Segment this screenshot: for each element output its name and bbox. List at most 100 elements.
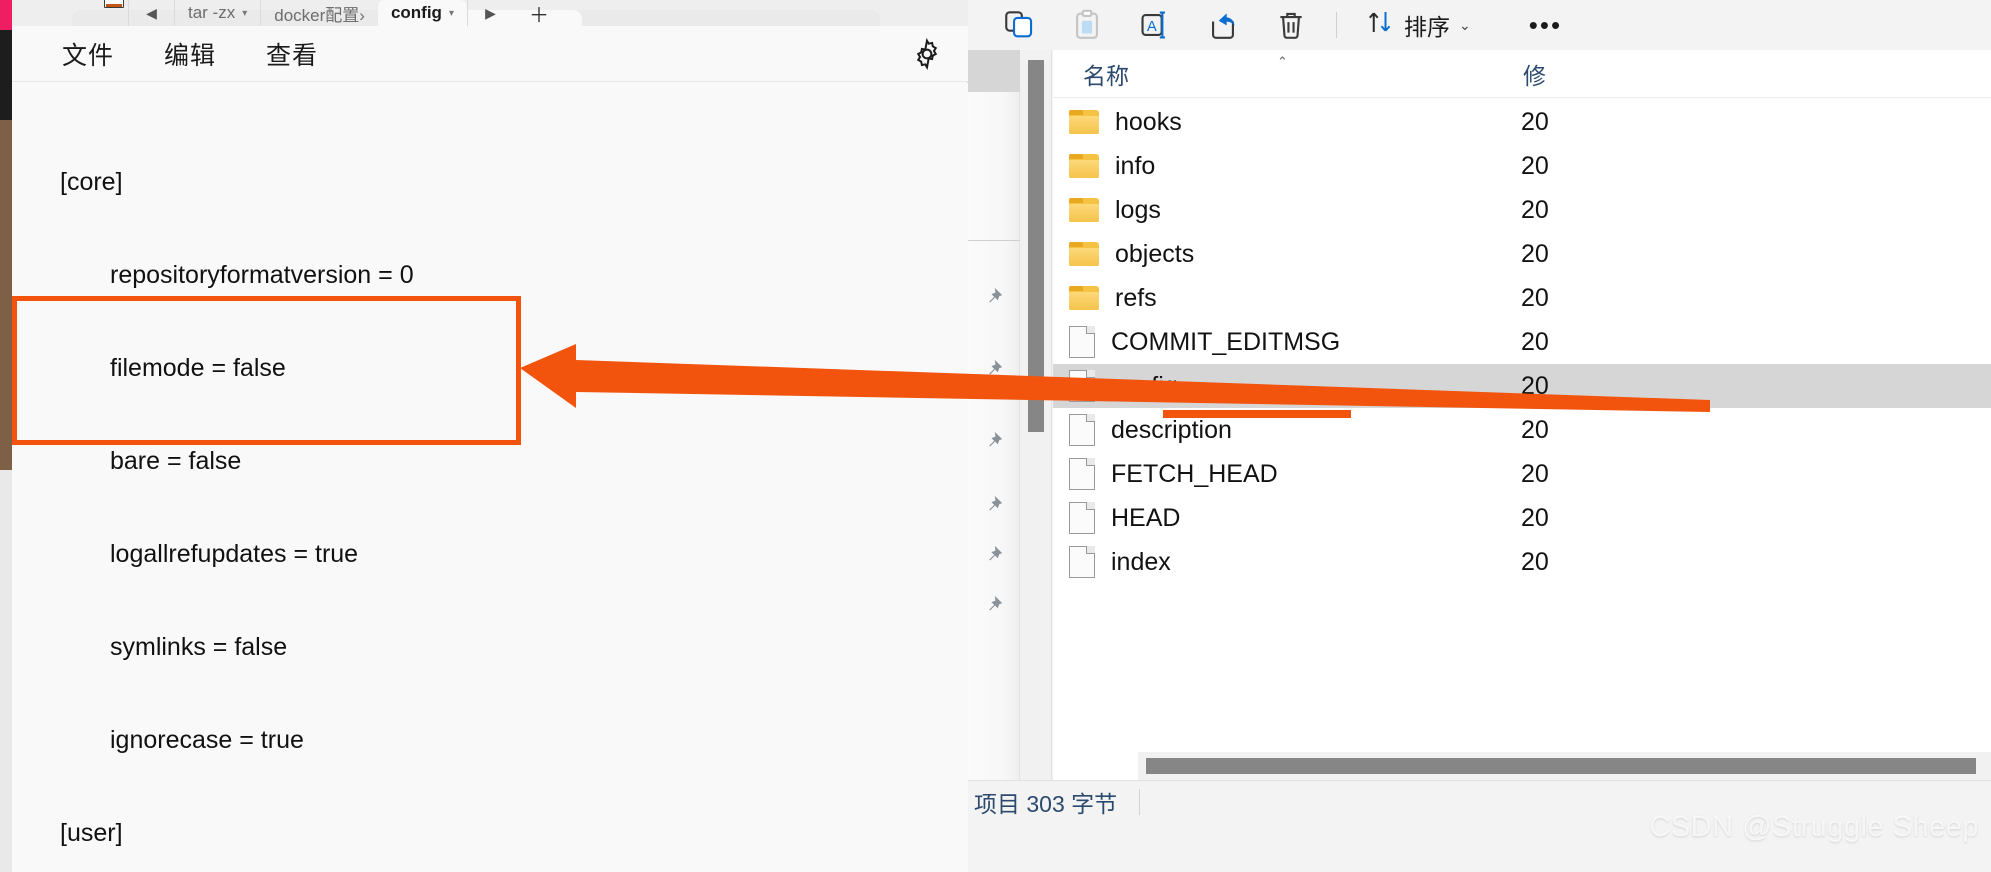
- file-name: index: [1111, 547, 1171, 576]
- code-text: symlinks = false: [110, 633, 288, 661]
- menu-file[interactable]: 文件: [48, 32, 128, 76]
- tab-label: config: [390, 3, 442, 22]
- file-modified-date: 20: [1521, 151, 1549, 180]
- sort-ascending-caret-icon: ⌃: [1277, 54, 1288, 69]
- column-header-name[interactable]: 名称: [1083, 57, 1129, 91]
- file-modified-date: 20: [1521, 547, 1549, 576]
- background-window-sliver: [0, 0, 12, 872]
- file-row-logs[interactable]: logs 20: [1053, 188, 1991, 232]
- file-row-index[interactable]: index 20: [1053, 540, 1991, 584]
- file-modified-date: 20: [1521, 503, 1549, 532]
- code-line: ignorecase = true: [60, 725, 968, 756]
- file-modified-date: 20: [1521, 239, 1549, 268]
- pin-icon: [982, 430, 1004, 452]
- file-row-hooks[interactable]: hooks 20: [1053, 100, 1991, 144]
- file-row-config[interactable]: config 20: [1053, 364, 1991, 408]
- file-icon: [1069, 546, 1095, 578]
- svg-text:A: A: [1147, 19, 1157, 35]
- file-modified-date: 20: [1521, 107, 1549, 136]
- file-modified-date: 20: [1521, 371, 1549, 400]
- tab-scroll-right-button[interactable]: ▶: [466, 0, 513, 26]
- scrollbar-thumb[interactable]: [1028, 60, 1044, 432]
- code-text: filemode = false: [110, 354, 286, 382]
- file-row-HEAD[interactable]: HEAD 20: [1053, 496, 1991, 540]
- file-icon: [1069, 414, 1095, 446]
- notepad-window: ◀ tar -zx ▾ docker配置› config ▾ ▶ ＋ 文件 编辑…: [12, 0, 968, 872]
- pin-icon: [982, 286, 1004, 308]
- file-icon: [1069, 458, 1095, 490]
- folder-icon: [1069, 286, 1099, 310]
- menu-edit[interactable]: 编辑: [150, 32, 230, 76]
- annotation-underline: [1163, 410, 1351, 418]
- column-header-modified[interactable]: 修: [1523, 57, 1546, 91]
- file-modified-date: 20: [1521, 327, 1549, 356]
- folder-icon: [1069, 154, 1099, 178]
- tab-tar-zx[interactable]: tar -zx ▾: [174, 0, 260, 26]
- status-item-count: 项目 303 字节: [974, 790, 1118, 817]
- file-row-info[interactable]: info 20: [1053, 144, 1991, 188]
- copy-icon[interactable]: [990, 4, 1048, 46]
- file-modified-date: 20: [1521, 195, 1549, 224]
- code-line: bare = false: [60, 446, 968, 477]
- tab-config[interactable]: config ▾: [377, 0, 467, 26]
- file-icon: [1069, 370, 1095, 402]
- sort-button[interactable]: 排序 ⌄: [1353, 4, 1483, 46]
- code-text: ignorecase = true: [110, 726, 304, 754]
- file-name: info: [1115, 151, 1156, 180]
- file-modified-date: 20: [1521, 415, 1549, 444]
- menu-view[interactable]: 查看: [252, 32, 332, 76]
- horizontal-scrollbar[interactable]: [1138, 752, 1991, 780]
- notepad-menu-bar: 文件 编辑 查看: [12, 26, 968, 82]
- file-name: config: [1111, 371, 1178, 400]
- folder-icon: [1069, 242, 1099, 266]
- chevron-down-icon[interactable]: ▾: [449, 8, 454, 19]
- file-icon: [1069, 326, 1095, 358]
- code-line: filemode = false: [60, 353, 968, 384]
- tab-docker-config[interactable]: docker配置›: [260, 0, 378, 26]
- code-text: [user]: [60, 819, 123, 847]
- file-modified-date: 20: [1521, 283, 1549, 312]
- delete-icon[interactable]: [1262, 4, 1320, 46]
- notepad-tab-strip: ◀ tar -zx ▾ docker配置› config ▾ ▶ ＋: [12, 0, 968, 26]
- pin-icon: [982, 358, 1004, 380]
- file-list-area: 名称 ⌃ 修 hooks 20 info 20 logs 20 objects 20 refs 2…: [1053, 50, 1991, 822]
- notepad-text-area[interactable]: [core] repositoryformatversion = 0 filem…: [12, 83, 968, 872]
- tab-scroll-left-button[interactable]: ◀: [128, 0, 174, 26]
- tab-label: docker配置›: [274, 5, 365, 25]
- gear-icon[interactable]: [910, 37, 944, 71]
- explorer-toolbar: A 排序 ⌄ •••: [968, 0, 1991, 50]
- file-row-COMMIT_EDITMSG[interactable]: COMMIT_EDITMSG 20: [1053, 320, 1991, 364]
- navigation-scrollbar[interactable]: [1020, 50, 1052, 822]
- file-name: HEAD: [1111, 503, 1181, 532]
- code-line: [core]: [60, 167, 968, 198]
- new-tab-button[interactable]: ＋: [513, 0, 565, 27]
- code-text: bare = false: [110, 447, 242, 475]
- file-modified-date: 20: [1521, 459, 1549, 488]
- notepad-app-icon: [100, 0, 128, 13]
- file-name: description: [1111, 415, 1232, 444]
- chevron-down-icon: ⌄: [1459, 16, 1471, 33]
- file-row-refs[interactable]: refs 20: [1053, 276, 1991, 320]
- file-list: hooks 20 info 20 logs 20 objects 20 refs 20 COMMIT…: [1053, 100, 1991, 584]
- code-line: [user]: [60, 818, 968, 849]
- nav-divider: [968, 240, 1020, 241]
- code-text: repositoryformatversion = 0: [110, 261, 414, 289]
- toolbar-divider: [1336, 12, 1337, 38]
- file-row-FETCH_HEAD[interactable]: FETCH_HEAD 20: [1053, 452, 1991, 496]
- column-headers: 名称 ⌃ 修: [1053, 50, 1991, 98]
- file-name: FETCH_HEAD: [1111, 459, 1278, 488]
- file-row-objects[interactable]: objects 20: [1053, 232, 1991, 276]
- file-name: logs: [1115, 195, 1161, 224]
- file-explorer-window: A 排序 ⌄ ••• 名称 ⌃ 修 hooks 20 info 20 logs …: [968, 0, 1991, 872]
- chevron-down-icon[interactable]: ▾: [242, 8, 247, 19]
- explorer-status-bar: 项目 303 字节: [968, 780, 1991, 822]
- file-icon: [1069, 502, 1095, 534]
- folder-icon: [1069, 110, 1099, 134]
- more-options-button[interactable]: •••: [1517, 4, 1574, 46]
- rename-icon[interactable]: A: [1126, 4, 1184, 46]
- folder-icon: [1069, 198, 1099, 222]
- scrollbar-thumb[interactable]: [1146, 758, 1976, 774]
- share-icon[interactable]: [1194, 4, 1252, 46]
- nav-selected-item[interactable]: [968, 50, 1020, 92]
- paste-icon[interactable]: [1058, 4, 1116, 46]
